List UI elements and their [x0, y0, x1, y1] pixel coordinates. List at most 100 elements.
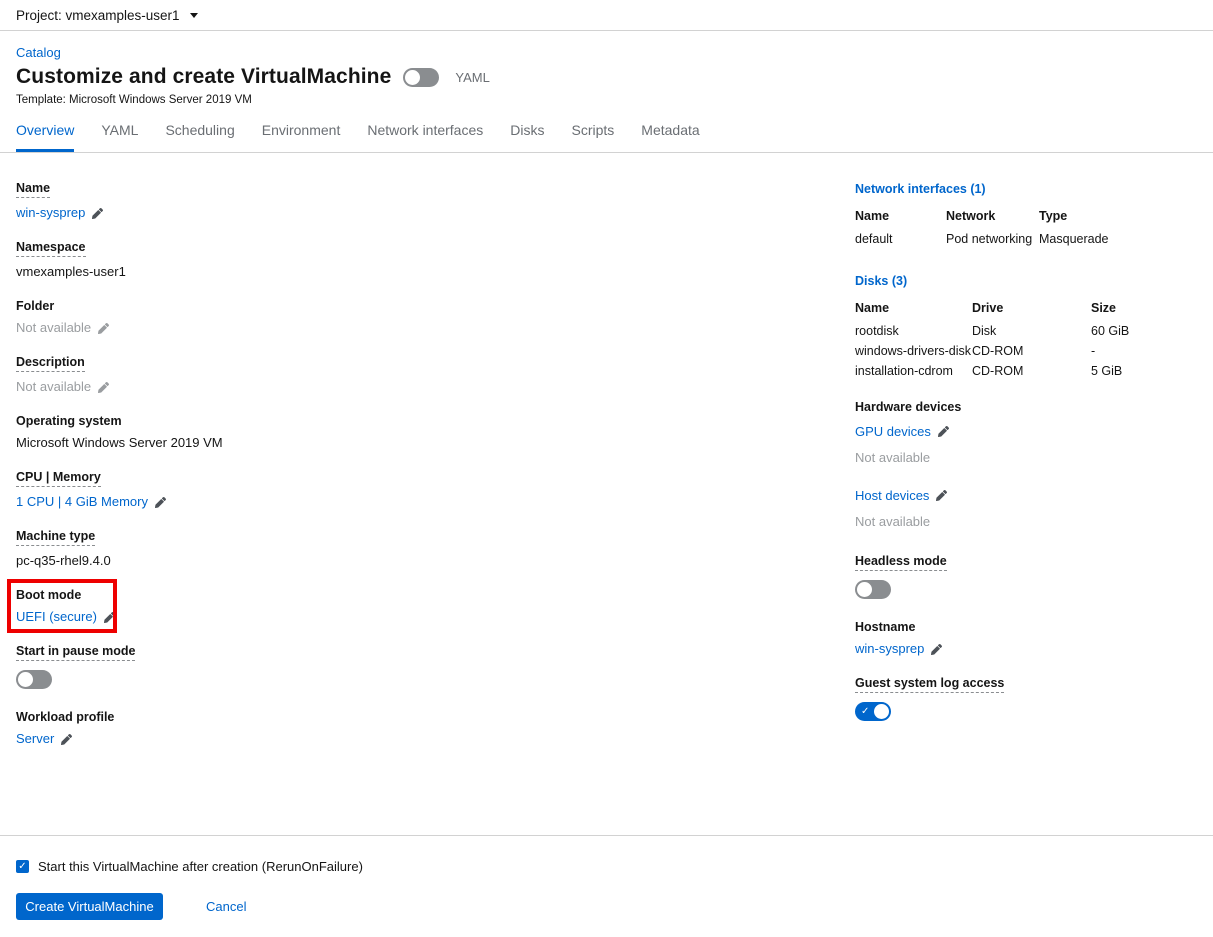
cpu-memory-label[interactable]: CPU | Memory: [16, 470, 101, 487]
project-selector[interactable]: Project: vmexamples-user1: [16, 8, 198, 23]
name-value-link[interactable]: win-sysprep: [16, 205, 85, 221]
check-icon: ✓: [18, 862, 26, 872]
headless-mode-label[interactable]: Headless mode: [855, 554, 947, 571]
page-header: Catalog Customize and create VirtualMach…: [0, 31, 1213, 112]
table-cell: CD-ROM: [972, 344, 1091, 364]
namespace-label[interactable]: Namespace: [16, 240, 86, 257]
operating-system-value: Microsoft Windows Server 2019 VM: [16, 435, 223, 451]
folder-label: Folder: [16, 299, 54, 313]
cancel-button[interactable]: Cancel: [206, 899, 246, 914]
workload-profile-value-link[interactable]: Server: [16, 731, 54, 747]
table-cell: 60 GiB: [1091, 324, 1197, 344]
overview-content: Name win-sysprep Namespace vmexamples-us…: [0, 153, 1213, 835]
footer-action-bar: ✓ Start this VirtualMachine after creati…: [0, 835, 1213, 937]
pencil-icon[interactable]: [104, 612, 115, 623]
field-workload-profile: Workload profile Server: [16, 708, 855, 747]
gpu-devices-link[interactable]: GPU devices: [855, 424, 931, 439]
field-hostname: Hostname win-sysprep: [855, 618, 1197, 657]
gpu-devices-value: Not available: [855, 450, 1197, 465]
start-after-creation-checkbox[interactable]: ✓: [16, 860, 29, 873]
pencil-icon[interactable]: [155, 497, 166, 508]
tab-metadata[interactable]: Metadata: [641, 112, 699, 152]
pencil-icon[interactable]: [936, 490, 947, 501]
field-guest-system-log-access: Guest system log access ✓: [855, 674, 1197, 721]
hardware-devices-section: Hardware devices GPU devices Not availab…: [855, 400, 1197, 529]
pencil-icon[interactable]: [98, 323, 109, 334]
network-interfaces-section: Network interfaces (1) Name Network Type…: [855, 180, 1197, 256]
yaml-view-toggle[interactable]: [403, 68, 439, 87]
field-start-in-pause-mode: Start in pause mode: [16, 642, 855, 689]
toggle-knob: [857, 582, 872, 597]
machine-type-label[interactable]: Machine type: [16, 529, 95, 546]
column-header: Size: [1091, 301, 1197, 324]
pencil-icon[interactable]: [92, 208, 103, 219]
field-namespace: Namespace vmexamples-user1: [16, 238, 855, 280]
table-cell: default: [855, 232, 946, 256]
hostname-value-link[interactable]: win-sysprep: [855, 641, 924, 657]
app-root: Project: vmexamples-user1 Catalog Custom…: [0, 0, 1213, 937]
namespace-value: vmexamples-user1: [16, 264, 126, 280]
template-subtitle: Template: Microsoft Windows Server 2019 …: [16, 94, 1197, 106]
tab-overview[interactable]: Overview: [16, 112, 74, 152]
field-name: Name win-sysprep: [16, 179, 855, 221]
folder-value: Not available: [16, 320, 91, 336]
start-in-pause-mode-label[interactable]: Start in pause mode: [16, 644, 135, 661]
table-cell: Disk: [972, 324, 1091, 344]
machine-type-value: pc-q35-rhel9.4.0: [16, 553, 111, 569]
column-header: Name: [855, 301, 972, 324]
toggle-knob: [405, 70, 420, 85]
name-label[interactable]: Name: [16, 181, 50, 198]
start-after-creation-row[interactable]: ✓ Start this VirtualMachine after creati…: [16, 859, 1197, 874]
pencil-icon[interactable]: [61, 734, 72, 745]
tab-scheduling[interactable]: Scheduling: [165, 112, 234, 152]
table-cell: installation-cdrom: [855, 364, 972, 384]
cpu-memory-value-link[interactable]: 1 CPU | 4 GiB Memory: [16, 494, 148, 510]
operating-system-label: Operating system: [16, 414, 122, 428]
boot-mode-value-link[interactable]: UEFI (secure): [16, 609, 97, 625]
toggle-knob: [874, 704, 889, 719]
project-bar: Project: vmexamples-user1: [0, 0, 1213, 31]
pencil-icon[interactable]: [931, 644, 942, 655]
field-headless-mode: Headless mode: [855, 552, 1197, 599]
column-header: Type: [1039, 209, 1197, 232]
tab-yaml[interactable]: YAML: [101, 112, 138, 152]
field-description: Description Not available: [16, 353, 855, 395]
hardware-devices-label: Hardware devices: [855, 400, 1197, 414]
field-machine-type: Machine type pc-q35-rhel9.4.0: [16, 527, 855, 569]
column-header: Network: [946, 209, 1039, 232]
field-folder: Folder Not available: [16, 297, 855, 336]
check-icon: ✓: [861, 706, 869, 716]
headless-mode-toggle[interactable]: [855, 580, 891, 599]
table-cell: 5 GiB: [1091, 364, 1197, 384]
host-devices-link[interactable]: Host devices: [855, 488, 929, 503]
column-header: Drive: [972, 301, 1091, 324]
workload-profile-label: Workload profile: [16, 710, 114, 724]
boot-mode-label: Boot mode: [16, 588, 81, 602]
start-in-pause-mode-toggle[interactable]: [16, 670, 52, 689]
description-label[interactable]: Description: [16, 355, 85, 372]
table-cell: CD-ROM: [972, 364, 1091, 384]
table-cell: Masquerade: [1039, 232, 1197, 256]
tab-disks[interactable]: Disks: [510, 112, 544, 152]
project-selector-label: Project: vmexamples-user1: [16, 8, 180, 23]
details-left-column: Name win-sysprep Namespace vmexamples-us…: [16, 179, 855, 835]
tab-bar: Overview YAML Scheduling Environment Net…: [0, 112, 1213, 153]
breadcrumb-catalog[interactable]: Catalog: [16, 45, 61, 60]
create-virtualmachine-button[interactable]: Create VirtualMachine: [16, 893, 163, 920]
field-operating-system: Operating system Microsoft Windows Serve…: [16, 412, 855, 451]
tab-scripts[interactable]: Scripts: [572, 112, 615, 152]
disks-table: Name Drive Size rootdisk Disk 60 GiB win…: [855, 301, 1197, 384]
pencil-icon[interactable]: [938, 426, 949, 437]
guest-system-log-access-toggle[interactable]: ✓: [855, 702, 891, 721]
yaml-toggle-label: YAML: [455, 70, 489, 85]
toggle-knob: [18, 672, 33, 687]
disks-link[interactable]: Disks (3): [855, 274, 907, 288]
field-boot-mode: Boot mode UEFI (secure): [16, 586, 855, 625]
tab-network-interfaces[interactable]: Network interfaces: [367, 112, 483, 152]
pencil-icon[interactable]: [98, 382, 109, 393]
tab-environment[interactable]: Environment: [262, 112, 341, 152]
network-interfaces-link[interactable]: Network interfaces (1): [855, 182, 986, 196]
start-after-creation-label: Start this VirtualMachine after creation…: [38, 859, 363, 874]
guest-system-log-access-label[interactable]: Guest system log access: [855, 676, 1004, 693]
disks-section: Disks (3) Name Drive Size rootdisk Disk …: [855, 272, 1197, 384]
